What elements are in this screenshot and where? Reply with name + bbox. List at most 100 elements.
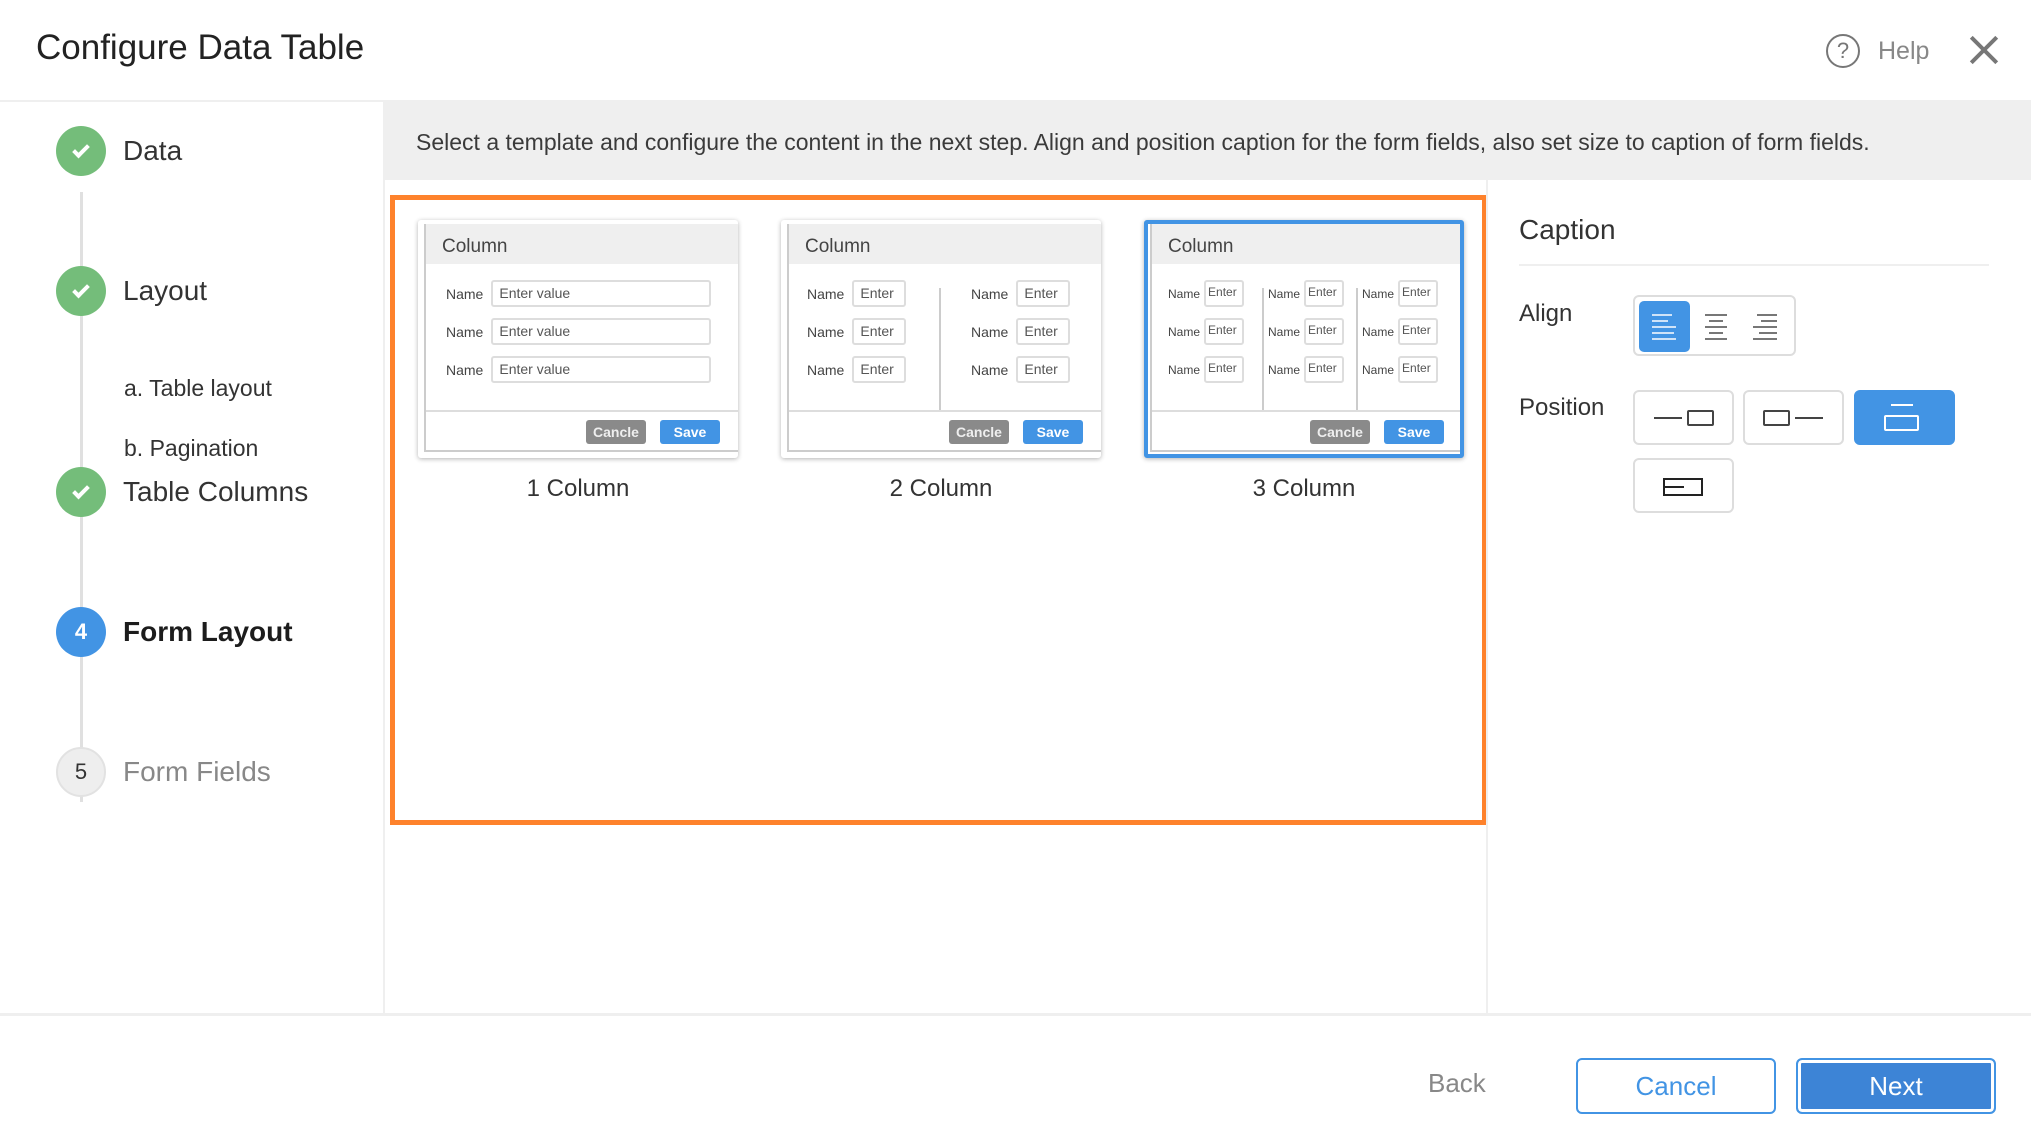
preview-field-label: Name bbox=[1362, 324, 1395, 339]
step-data[interactable]: Data bbox=[56, 126, 182, 176]
caption-title: Caption bbox=[1519, 214, 1616, 245]
dialog-title: Configure Data Table bbox=[36, 28, 365, 67]
step-number: 5 bbox=[56, 747, 106, 797]
preview-field-input: Enter bbox=[1016, 356, 1071, 383]
caption-left-icon bbox=[1654, 410, 1714, 426]
preview-field-label: Name bbox=[971, 323, 1009, 340]
preview-header: Column bbox=[789, 224, 1101, 264]
next-button[interactable]: Next bbox=[1796, 1058, 1996, 1114]
preview-field-label: Name bbox=[807, 285, 845, 302]
help-button[interactable]: ? Help bbox=[1826, 34, 1929, 68]
template-card-1-column[interactable]: Column Name Enter value Name Enter value N… bbox=[418, 220, 738, 458]
preview-field-label: Name bbox=[446, 323, 484, 340]
question-circle-icon: ? bbox=[1826, 34, 1860, 68]
template-label[interactable]: 3 Column bbox=[1144, 475, 1464, 503]
template-card-2-column[interactable]: Column Name Enter Name Enter Name Enter Nam… bbox=[781, 220, 1101, 458]
step-table-columns[interactable]: Table Columns bbox=[56, 467, 308, 517]
column-divider bbox=[1262, 288, 1264, 412]
preview-save-button: Save bbox=[1384, 420, 1444, 444]
preview-field-label: Name bbox=[1168, 324, 1201, 339]
preview-field-input: Enter bbox=[1204, 280, 1245, 307]
step-layout[interactable]: Layout bbox=[56, 266, 207, 316]
step-label: Form Layout bbox=[123, 616, 293, 647]
preview-save-button: Save bbox=[660, 420, 720, 444]
preview-field-label: Name bbox=[1268, 286, 1301, 301]
preview-field-label: Name bbox=[971, 285, 1009, 302]
position-right-button[interactable] bbox=[1743, 390, 1844, 445]
preview-field-label: Name bbox=[1168, 362, 1201, 377]
substep-pagination[interactable]: b. Pagination bbox=[124, 435, 258, 462]
preview-field-input: Enter bbox=[1304, 318, 1345, 345]
preview-field-input: Enter bbox=[1204, 318, 1245, 345]
preview-cancel-button: Cancle bbox=[1310, 420, 1370, 444]
close-icon[interactable] bbox=[1966, 32, 2002, 68]
caption-panel: Caption Align Position bbox=[1486, 180, 2031, 1013]
step-label: Layout bbox=[123, 275, 208, 306]
position-left-button[interactable] bbox=[1633, 390, 1734, 445]
position-top-button[interactable] bbox=[1854, 390, 1955, 445]
preview-field-label: Name bbox=[446, 361, 484, 378]
wizard-steps: Data Layout a. Table layout b. Paginatio… bbox=[0, 102, 385, 1013]
preview-field-input: Enter bbox=[852, 280, 907, 307]
align-label: Align bbox=[1519, 300, 1573, 327]
align-left-icon bbox=[1652, 314, 1676, 344]
preview-field-label: Name bbox=[1362, 362, 1395, 377]
preview-cancel-button: Cancle bbox=[586, 420, 646, 444]
preview-save-button: Save bbox=[1023, 420, 1083, 444]
column-divider bbox=[1356, 288, 1358, 412]
align-center-icon bbox=[1704, 314, 1728, 344]
preview-field-label: Name bbox=[1268, 362, 1301, 377]
dialog-header: Configure Data Table ? Help bbox=[0, 0, 2031, 102]
check-icon bbox=[56, 266, 106, 316]
preview-field-label: Name bbox=[807, 323, 845, 340]
cancel-button[interactable]: Cancel bbox=[1576, 1058, 1776, 1114]
preview-field-input: Enter bbox=[1016, 280, 1071, 307]
preview-cancel-button: Cancle bbox=[949, 420, 1009, 444]
align-left-button[interactable] bbox=[1639, 301, 1690, 352]
preview-field-input: Enter bbox=[1304, 280, 1345, 307]
preview-field-label: Name bbox=[807, 361, 845, 378]
template-card-3-column[interactable]: Column Name Enter Name Enter Name Enter Nam… bbox=[1144, 220, 1464, 458]
instructions-text: Select a template and configure the cont… bbox=[385, 102, 2031, 180]
step-label: Table Columns bbox=[123, 476, 309, 507]
check-icon bbox=[56, 467, 106, 517]
caption-inside-icon bbox=[1663, 478, 1703, 496]
check-icon bbox=[56, 126, 106, 176]
step-form-fields[interactable]: 5 Form Fields bbox=[56, 747, 271, 797]
step-label: Data bbox=[123, 135, 183, 166]
step-number: 4 bbox=[56, 607, 106, 657]
preview-field-label: Name bbox=[1168, 286, 1201, 301]
align-right-icon bbox=[1753, 314, 1777, 344]
preview-field-label: Name bbox=[446, 285, 484, 302]
preview-field-label: Name bbox=[1268, 324, 1301, 339]
align-toggle-group bbox=[1633, 295, 1796, 356]
template-label[interactable]: 2 Column bbox=[781, 475, 1101, 503]
divider bbox=[1519, 264, 1989, 266]
step-form-layout[interactable]: 4 Form Layout bbox=[56, 607, 293, 657]
preview-field-label: Name bbox=[971, 361, 1009, 378]
help-label: Help bbox=[1878, 36, 1930, 65]
caption-right-icon bbox=[1763, 410, 1823, 426]
preview-field-input: Enter bbox=[852, 318, 907, 345]
column-divider bbox=[939, 288, 941, 412]
preview-header: Column bbox=[426, 224, 738, 264]
preview-field-input: Enter value bbox=[491, 280, 712, 307]
substep-table-layout[interactable]: a. Table layout bbox=[124, 375, 272, 402]
preview-field-input: Enter bbox=[1304, 356, 1345, 383]
preview-field-input: Enter value bbox=[491, 356, 712, 383]
template-label[interactable]: 1 Column bbox=[418, 475, 738, 503]
preview-field-input: Enter bbox=[1016, 318, 1071, 345]
align-right-button[interactable] bbox=[1741, 301, 1792, 352]
align-center-button[interactable] bbox=[1691, 301, 1742, 352]
back-button[interactable]: Back bbox=[1428, 1068, 1486, 1099]
template-gallery: Column Name Enter value Name Enter value N… bbox=[390, 195, 1487, 825]
position-label: Position bbox=[1519, 394, 1605, 421]
caption-top-icon bbox=[1884, 404, 1919, 431]
step-label: Form Fields bbox=[123, 756, 271, 787]
preview-field-input: Enter value bbox=[491, 318, 712, 345]
preview-field-input: Enter bbox=[1398, 318, 1439, 345]
dialog-footer: Back Cancel Next bbox=[0, 1013, 2031, 1142]
position-inside-button[interactable] bbox=[1633, 458, 1734, 513]
preview-field-input: Enter bbox=[1204, 356, 1245, 383]
preview-header: Column bbox=[1152, 224, 1460, 264]
